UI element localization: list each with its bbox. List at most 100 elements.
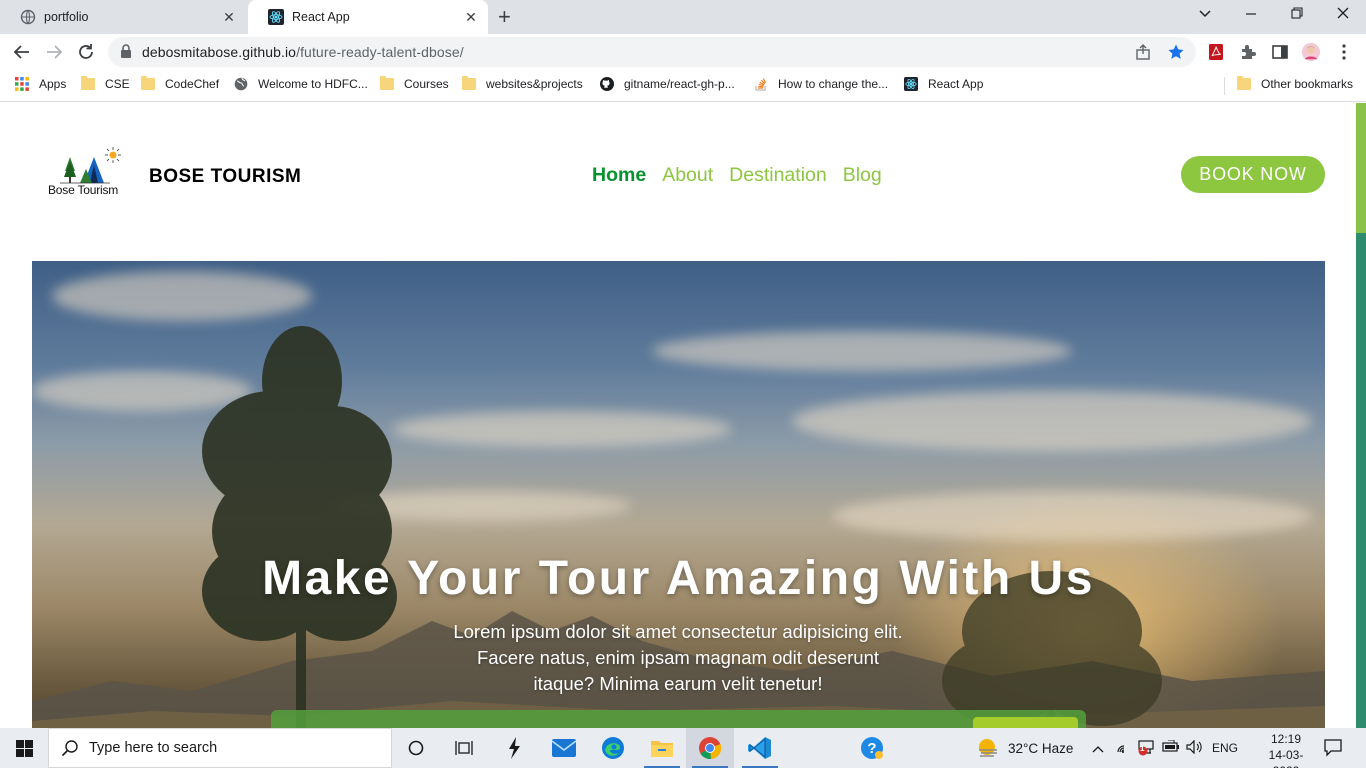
minimize-icon[interactable] [1244,6,1258,23]
booking-search-panel [271,710,1086,728]
taskbar-search-box[interactable]: Type here to search [48,728,392,768]
site-header: Bose Tourism BOSE TOURISM Home About Des… [0,103,1356,261]
clock-date: 14-03-2022 [1268,748,1304,768]
tab-search-chevron-icon[interactable] [1198,6,1212,23]
notifications-icon[interactable] [1324,739,1342,762]
nav-home[interactable]: Home [592,164,646,187]
globe-icon [20,9,36,25]
volume-icon[interactable] [1186,739,1204,759]
lock-icon[interactable] [120,44,132,63]
battery-icon[interactable] [1162,739,1180,759]
folder-icon [462,76,476,90]
extensions-puzzle-icon[interactable] [1238,42,1258,62]
network-alert-icon[interactable]: 1 [1137,738,1155,761]
close-tab-icon[interactable]: ✕ [222,10,236,24]
nav-about[interactable]: About [662,164,713,187]
edge-browser-icon[interactable] [589,728,637,768]
page-viewport: Bose Tourism BOSE TOURISM Home About Des… [0,103,1356,728]
address-bar[interactable]: debosmitabose.github.io/future-ready-tal… [108,37,1196,67]
tab-react-app[interactable]: React App ✕ [248,0,488,34]
search-submit-button[interactable] [973,717,1078,728]
hero-subtitle-line: Lorem ipsum dolor sit amet consectetur a… [453,621,903,642]
more-menu-icon[interactable] [1334,42,1354,62]
cortana-icon[interactable] [392,728,440,768]
forward-arrow-icon[interactable] [44,42,64,62]
search-icon [61,739,79,757]
close-window-icon[interactable] [1336,6,1350,23]
cloud-shape [792,391,1312,451]
cloud-shape [392,411,732,447]
tab-title: React App [292,10,350,24]
weather-haze-icon[interactable] [976,737,1000,764]
bookmark-star-icon[interactable] [1167,43,1185,66]
bookmark-label: How to change the... [778,77,889,91]
site-logo[interactable]: Bose Tourism [44,147,132,203]
main-nav: Home About Destination Blog [592,164,882,187]
bookmark-hdfc[interactable]: Welcome to HDFC... [234,77,368,91]
file-explorer-icon[interactable] [638,728,686,768]
reload-icon[interactable] [76,42,96,62]
hero-title: Make Your Tour Amazing With Us [262,552,1095,605]
bookmark-websites-projects[interactable]: websites&projects [462,76,583,91]
share-icon[interactable] [1134,43,1152,66]
bookmark-how-to-change[interactable]: How to change the... [754,77,888,91]
tree-silhouette [202,326,397,728]
globe-icon [234,77,248,91]
profile-avatar[interactable] [1301,42,1321,62]
book-now-button[interactable]: BOOK NOW [1181,156,1325,193]
cloud-shape [52,271,312,321]
bookmark-gitname[interactable]: gitname/react-gh-p... [600,77,735,91]
help-icon[interactable]: ? [848,728,896,768]
back-arrow-icon[interactable] [12,42,32,62]
url-host: debosmitabose.github.io [142,44,297,60]
app-lightning-icon[interactable] [490,728,538,768]
hero-banner: Make Your Tour Amazing With Us Lorem ips… [32,261,1325,728]
bookmarks-divider [1224,77,1225,95]
new-tab-button[interactable]: + [498,6,511,28]
nav-blog[interactable]: Blog [843,164,882,187]
bookmark-react-app[interactable]: React App [904,77,983,91]
cloud-shape [652,331,1072,371]
language-indicator[interactable]: ENG [1212,741,1238,755]
react-icon [904,77,918,91]
side-panel-icon[interactable] [1270,42,1290,62]
bookmark-cse[interactable]: CSE [81,76,130,91]
mail-icon[interactable] [540,728,588,768]
tab-portfolio[interactable]: portfolio ✕ [0,0,246,34]
windows-start-icon[interactable] [0,728,48,768]
scrollbar-thumb[interactable] [1356,103,1366,728]
bookmark-label: Other bookmarks [1261,77,1354,91]
hero-subtitle-line: Facere natus, enim ipsam magnam odit des… [476,647,880,668]
react-icon [268,9,284,25]
bookmark-apps[interactable]: Apps [15,77,66,91]
brand-name[interactable]: BOSE TOURISM [149,166,301,188]
close-tab-icon[interactable]: ✕ [464,10,478,24]
vscode-icon[interactable] [736,728,784,768]
bookmark-label: websites&projects [486,77,583,91]
restore-icon[interactable] [1290,6,1304,23]
clock[interactable]: 12:19 14-03-2022 [1256,731,1316,768]
notification-count: 1 [1140,744,1145,753]
chevron-up-icon[interactable] [1092,741,1104,759]
weather-text[interactable]: 32°C Haze [1008,741,1073,756]
nav-destination[interactable]: Destination [729,164,827,187]
bookmark-codechef[interactable]: CodeChef [141,76,219,91]
page-scrollbar[interactable] [1356,103,1366,728]
bookmark-label: Welcome to HDFC... [258,77,368,91]
chrome-icon[interactable] [686,728,734,768]
pdf-extension-icon[interactable] [1206,42,1226,62]
url-text[interactable]: debosmitabose.github.io/future-ready-tal… [142,44,464,60]
task-view-icon[interactable] [440,728,488,768]
logo-caption: Bose Tourism [48,183,119,197]
bookmark-courses[interactable]: Courses [380,76,449,91]
bookmark-label: Apps [39,77,67,91]
bookmark-label: React App [928,77,984,91]
folder-icon [141,76,155,90]
clock-time: 12:19 [1270,732,1302,746]
wifi-icon[interactable] [1116,740,1132,759]
apps-grid-icon [15,77,29,91]
bookmark-label: gitname/react-gh-p... [624,77,735,91]
bookmark-label: Courses [404,77,449,91]
bookmark-other-bookmarks[interactable]: Other bookmarks [1237,76,1354,91]
github-icon [600,77,614,91]
